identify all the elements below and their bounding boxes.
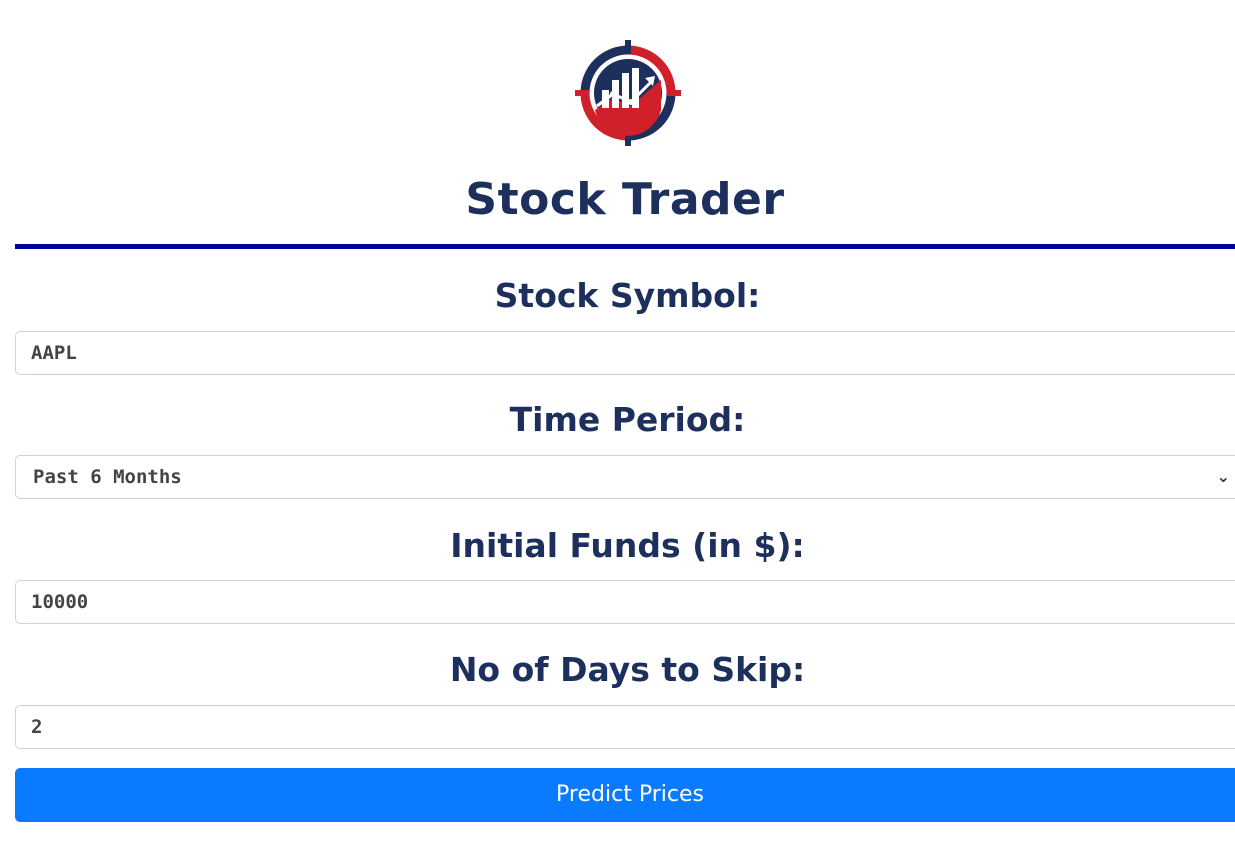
initial-funds-value: 10000 (31, 591, 89, 613)
time-period-label: Time Period: (509, 400, 746, 439)
time-period-selected-value: Past 6 Months (33, 466, 182, 488)
time-period-select[interactable]: Past 6 Months ⌄ (15, 455, 1235, 499)
stock-symbol-input[interactable]: AAPL (15, 331, 1235, 375)
stock-symbol-value: AAPL (31, 342, 77, 364)
stock-trader-page: Stock Trader Stock Symbol: AAPL Time Per… (0, 0, 1235, 850)
stock-chart-target-logo-icon (575, 40, 681, 146)
chevron-down-icon: ⌄ (1216, 467, 1230, 486)
stock-symbol-label: Stock Symbol: (494, 276, 761, 315)
days-to-skip-value: 2 (31, 716, 43, 738)
initial-funds-input[interactable]: 10000 (15, 580, 1235, 624)
page-title: Stock Trader (465, 174, 785, 225)
days-to-skip-label: No of Days to Skip: (449, 650, 806, 689)
header-divider (15, 244, 1235, 249)
days-to-skip-input[interactable]: 2 (15, 705, 1235, 749)
initial-funds-label: Initial Funds (in $): (450, 526, 805, 565)
predict-prices-button[interactable]: Predict Prices (15, 768, 1235, 822)
